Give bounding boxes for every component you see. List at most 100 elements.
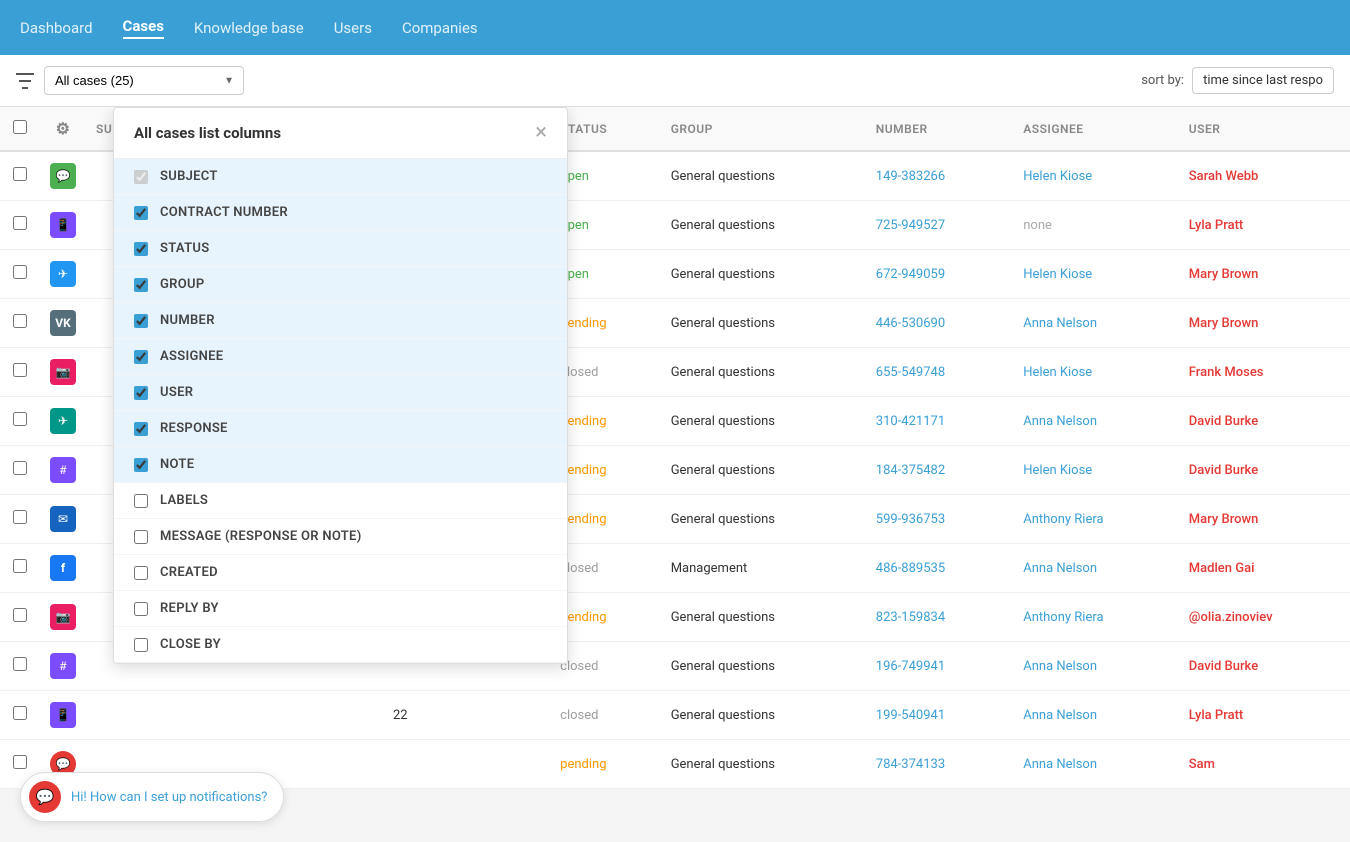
number-cell-5[interactable]: 310-421171 (866, 397, 1013, 446)
assignee-cell-0[interactable]: Helen Kiose (1013, 151, 1179, 201)
user-cell-0[interactable]: Sarah Webb (1179, 151, 1350, 201)
user-cell-10[interactable]: David Burke (1179, 642, 1350, 691)
col-checkbox-4[interactable] (134, 314, 148, 328)
assignee-cell-10[interactable]: Anna Nelson (1013, 642, 1179, 691)
number-cell-6[interactable]: 184-375482 (866, 446, 1013, 495)
row-checkbox-1[interactable] (13, 216, 27, 230)
user-cell-7[interactable]: Mary Brown (1179, 495, 1350, 544)
channel-icon-8: f (50, 555, 76, 581)
col-checkbox-9[interactable] (134, 494, 148, 508)
number-cell-11[interactable]: 199-540941 (866, 691, 1013, 740)
dropdown-item-3[interactable]: GROUP (114, 267, 567, 303)
columns-dropdown: All cases list columns × SUBJECTCONTRACT… (113, 107, 568, 664)
user-cell-3[interactable]: Mary Brown (1179, 299, 1350, 348)
assignee-cell-3[interactable]: Anna Nelson (1013, 299, 1179, 348)
nav-users[interactable]: Users (334, 19, 372, 37)
col-checkbox-13[interactable] (134, 638, 148, 652)
user-cell-9[interactable]: @olia.zinoviev (1179, 593, 1350, 642)
row-checkbox-6[interactable] (13, 461, 27, 475)
select-all-checkbox[interactable] (13, 120, 27, 134)
col-checkbox-2[interactable] (134, 242, 148, 256)
number-cell-10[interactable]: 196-749941 (866, 642, 1013, 691)
user-cell-6[interactable]: David Burke (1179, 446, 1350, 495)
number-cell-8[interactable]: 486-889535 (866, 544, 1013, 593)
dropdown-item-8[interactable]: NOTE (114, 447, 567, 483)
dropdown-item-1[interactable]: CONTRACT NUMBER (114, 195, 567, 231)
dropdown-item-7[interactable]: RESPONSE (114, 411, 567, 447)
dropdown-item-5[interactable]: ASSIGNEE (114, 339, 567, 375)
assignee-cell-8[interactable]: Anna Nelson (1013, 544, 1179, 593)
row-checkbox-5[interactable] (13, 412, 27, 426)
nav-knowledge-base[interactable]: Knowledge base (194, 19, 304, 37)
group-cell-2: General questions (661, 250, 866, 299)
dropdown-item-13[interactable]: CLOSE BY (114, 627, 567, 663)
row-checkbox-11[interactable] (13, 706, 27, 720)
row-checkbox-3[interactable] (13, 314, 27, 328)
row-checkbox-7[interactable] (13, 510, 27, 524)
status-cell-11: closed (550, 691, 661, 740)
col-checkbox-6[interactable] (134, 386, 148, 400)
dropdown-item-4[interactable]: NUMBER (114, 303, 567, 339)
assignee-cell-6[interactable]: Helen Kiose (1013, 446, 1179, 495)
col-label-5: ASSIGNEE (160, 349, 223, 364)
user-cell-8[interactable]: Madlen Gai (1179, 544, 1350, 593)
gear-icon[interactable]: ⚙ (56, 119, 71, 138)
assignee-cell-11[interactable]: Anna Nelson (1013, 691, 1179, 740)
number-cell-12[interactable]: 784-374133 (866, 740, 1013, 789)
col-checkbox-8[interactable] (134, 458, 148, 472)
assignee-cell-2[interactable]: Helen Kiose (1013, 250, 1179, 299)
cases-select[interactable]: All cases (25) Open cases Pending cases … (44, 66, 244, 95)
user-cell-11[interactable]: Lyla Pratt (1179, 691, 1350, 740)
nav-companies[interactable]: Companies (402, 19, 478, 37)
dropdown-item-9[interactable]: LABELS (114, 483, 567, 519)
number-cell-3[interactable]: 446-530690 (866, 299, 1013, 348)
dropdown-item-2[interactable]: STATUS (114, 231, 567, 267)
nav-dashboard[interactable]: Dashboard (20, 19, 93, 37)
col-checkbox-11[interactable] (134, 566, 148, 580)
user-cell-5[interactable]: David Burke (1179, 397, 1350, 446)
assignee-cell-7[interactable]: Anthony Riera (1013, 495, 1179, 544)
row-checkbox-4[interactable] (13, 363, 27, 377)
nav-cases[interactable]: Cases (123, 17, 164, 39)
chat-bubble[interactable]: 💬 Hi! How can I set up notifications? (20, 772, 284, 822)
number-cell-2[interactable]: 672-949059 (866, 250, 1013, 299)
row-checkbox-9[interactable] (13, 608, 27, 622)
row-checkbox-2[interactable] (13, 265, 27, 279)
col-label-4: NUMBER (160, 313, 215, 328)
col-checkbox-7[interactable] (134, 422, 148, 436)
number-cell-7[interactable]: 599-936753 (866, 495, 1013, 544)
assignee-cell-9[interactable]: Anthony Riera (1013, 593, 1179, 642)
col-checkbox-12[interactable] (134, 602, 148, 616)
assignee-cell-5[interactable]: Anna Nelson (1013, 397, 1179, 446)
user-cell-2[interactable]: Mary Brown (1179, 250, 1350, 299)
number-cell-1[interactable]: 725-949527 (866, 201, 1013, 250)
assignee-cell-1[interactable]: none (1013, 201, 1179, 250)
row-checkbox-10[interactable] (13, 657, 27, 671)
channel-icon-1: 📱 (50, 212, 76, 238)
col-checkbox-3[interactable] (134, 278, 148, 292)
col-checkbox-5[interactable] (134, 350, 148, 364)
assignee-cell-4[interactable]: Helen Kiose (1013, 348, 1179, 397)
row-checkbox-0[interactable] (13, 167, 27, 181)
user-cell-12[interactable]: Sam (1179, 740, 1350, 789)
close-icon[interactable]: × (535, 122, 547, 144)
sort-value[interactable]: time since last respo (1192, 67, 1334, 94)
dropdown-item-11[interactable]: CREATED (114, 555, 567, 591)
contract-cell-12 (383, 740, 550, 789)
col-checkbox-1[interactable] (134, 206, 148, 220)
dropdown-item-10[interactable]: MESSAGE (RESPONSE OR NOTE) (114, 519, 567, 555)
dropdown-item-0[interactable]: SUBJECT (114, 159, 567, 195)
row-checkbox-12[interactable] (13, 755, 27, 769)
filter-button[interactable] (16, 73, 34, 89)
number-cell-9[interactable]: 823-159834 (866, 593, 1013, 642)
dropdown-item-12[interactable]: REPLY BY (114, 591, 567, 627)
assignee-cell-12[interactable]: Anna Nelson (1013, 740, 1179, 789)
user-cell-4[interactable]: Frank Moses (1179, 348, 1350, 397)
user-cell-1[interactable]: Lyla Pratt (1179, 201, 1350, 250)
number-cell-0[interactable]: 149-383266 (866, 151, 1013, 201)
number-cell-4[interactable]: 655-549748 (866, 348, 1013, 397)
col-checkbox-0[interactable] (134, 170, 148, 184)
row-checkbox-8[interactable] (13, 559, 27, 573)
dropdown-item-6[interactable]: USER (114, 375, 567, 411)
col-checkbox-10[interactable] (134, 530, 148, 544)
